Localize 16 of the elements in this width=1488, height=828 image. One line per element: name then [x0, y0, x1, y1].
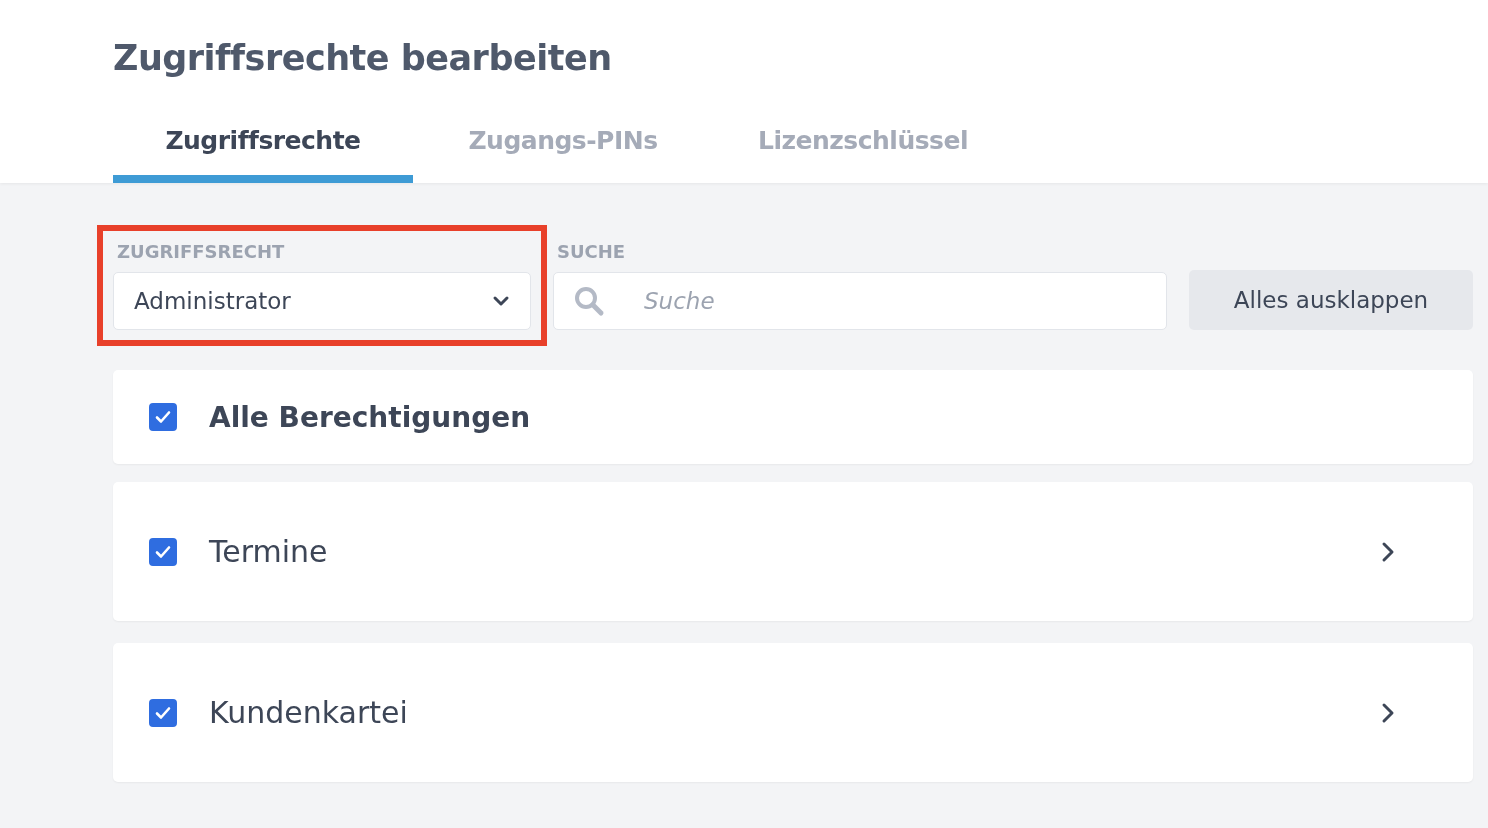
field-label: ZUGRIFFSRECHT	[116, 241, 286, 262]
checkbox[interactable]	[149, 698, 177, 727]
chevron-right-icon[interactable]	[1381, 540, 1395, 563]
chevron-down-icon	[492, 295, 510, 307]
field-label: SUCHE	[556, 241, 627, 262]
permission-label: Alle Berechtigungen	[209, 400, 532, 434]
checkbox[interactable]	[149, 537, 177, 566]
permission-label: Kundenkartei	[209, 695, 409, 730]
chevron-right-icon[interactable]	[1381, 701, 1395, 724]
page-title: Zugriffsrechte bearbeiten	[113, 38, 613, 78]
permission-label: Termine	[209, 534, 329, 569]
search-field[interactable]: Suche	[553, 272, 1167, 330]
checkbox[interactable]	[149, 403, 177, 431]
tab[interactable]: Zugriffsrechte	[113, 126, 413, 183]
role-dropdown[interactable]: Administrator	[113, 272, 531, 330]
expand-all-button[interactable]: Alles ausklappen	[1189, 270, 1473, 330]
